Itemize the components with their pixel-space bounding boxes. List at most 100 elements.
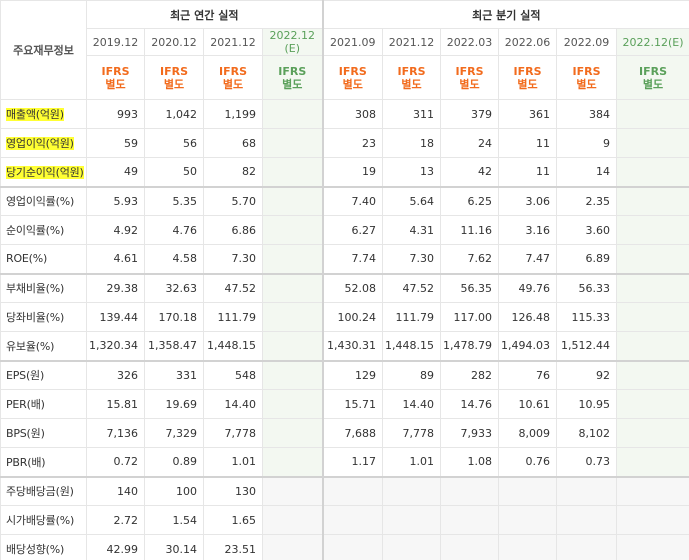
row-label: 당좌비율(%) [6,311,65,324]
value-cell [440,505,500,535]
value-cell: 331 [144,359,204,390]
column-date-label: 2021.12 [210,35,256,49]
column-date-label: 2022.09 [563,35,610,49]
value-cell: 3.06 [498,185,558,216]
value-cell: 42 [440,157,500,187]
row-label: EPS(원) [6,369,45,383]
value-cell [616,359,689,390]
value-cell: 13 [382,157,442,187]
row-label-cell: PBR(배) [0,447,87,477]
separate-label: 별도 [517,77,538,91]
value-cell: 5.93 [86,185,145,216]
value-cell [616,505,689,535]
separate-label: 별도 [401,77,422,91]
value-cell: 1.65 [203,505,263,535]
row-label: 영업이익률(%) [6,195,75,209]
value-cell [616,215,689,245]
value-cell: 384 [556,99,618,129]
value-cell: 1,448.15 [382,331,442,361]
value-cell: 15.81 [86,389,145,419]
value-cell: 139.44 [86,302,145,332]
group-quarterly-header: 최근 분기 실적 [321,0,689,29]
separate-label: 별도 [342,77,363,91]
value-cell: 56.33 [556,272,618,303]
value-cell: 1,358.47 [144,331,204,361]
value-cell [261,447,324,477]
value-cell: 6.89 [556,244,618,274]
value-cell [382,534,442,560]
value-cell [261,359,324,390]
value-cell: 47.52 [382,272,442,303]
value-cell: 14 [556,157,618,187]
row-label: 부채비율(%) [6,282,65,296]
value-cell: 1.08 [440,447,500,477]
row-label: PBR(배) [6,455,46,469]
column-date-7: 2022.06 [498,28,558,56]
value-cell: 8,102 [556,418,618,448]
separate-label: 별도 [576,77,597,91]
value-cell: 126.48 [498,302,558,332]
row-label-cell: 매출액(억원) [0,99,87,129]
value-cell [261,99,324,129]
table-row: 배당성향(%) 42.99 30.14 23.51 [0,534,689,560]
row-label-cell: ROE(%) [0,244,87,274]
value-cell: 3.16 [498,215,558,245]
value-cell: 326 [86,359,145,390]
value-cell: 11 [498,128,558,158]
value-cell [556,475,618,506]
column-ifrs-8: IFRS 별도 [556,55,618,100]
value-cell: 14.76 [440,389,500,419]
value-cell: 361 [498,99,558,129]
value-cell: 4.61 [86,244,145,274]
row-label: 영업이익(억원) [6,137,74,150]
value-cell: 7.62 [440,244,500,274]
value-cell [616,418,689,448]
value-cell: 14.40 [203,389,263,419]
row-label-cell: BPS(원) [0,418,87,448]
separate-label: 별도 [459,77,480,91]
value-cell: 6.86 [203,215,263,245]
value-cell: 129 [321,359,384,390]
column-date-label: 2021.09 [330,35,376,49]
value-cell [321,505,384,535]
row-label-cell: 시가배당률(%) [0,505,87,535]
column-date-3: 2022.12 (E) [261,28,324,56]
column-ifrs-4: IFRS 별도 [321,55,384,100]
value-cell: 4.76 [144,215,204,245]
value-cell: 100 [144,475,204,506]
value-cell [616,185,689,216]
row-label: 배당성향(%) [6,543,65,556]
value-cell [498,534,558,560]
value-cell: 7,778 [382,418,442,448]
value-cell [616,389,689,419]
value-cell: 993 [86,99,145,129]
ifrs-label: IFRS [219,64,247,78]
column-date-label: 2022.03 [446,35,493,49]
column-date-label: 2019.12 [92,35,139,49]
separate-label: 별도 [282,77,303,91]
value-cell: 7,933 [440,418,500,448]
value-cell: 170.18 [144,302,204,332]
group-annual-header: 최근 연간 실적 [85,0,324,29]
value-cell: 5.35 [144,185,204,216]
value-cell: 1,512.44 [556,331,618,361]
value-cell: 10.61 [498,389,558,419]
value-cell: 1,448.15 [203,331,263,361]
column-date-5: 2021.12 [382,28,442,56]
value-cell [261,389,324,419]
value-cell: 92 [556,359,618,390]
value-cell [261,475,324,506]
value-cell [440,475,500,506]
value-cell [616,475,689,506]
value-cell: 5.64 [382,185,442,216]
value-cell [616,99,689,129]
value-cell: 1,478.79 [440,331,500,361]
value-cell: 42.99 [86,534,145,560]
value-cell [261,215,324,245]
row-label-cell: 주당배당금(원) [0,475,87,506]
value-cell [261,331,324,361]
row-label: BPS(원) [6,427,45,440]
value-cell: 1,042 [144,99,204,129]
value-cell: 379 [440,99,500,129]
value-cell: 1,199 [203,99,263,129]
